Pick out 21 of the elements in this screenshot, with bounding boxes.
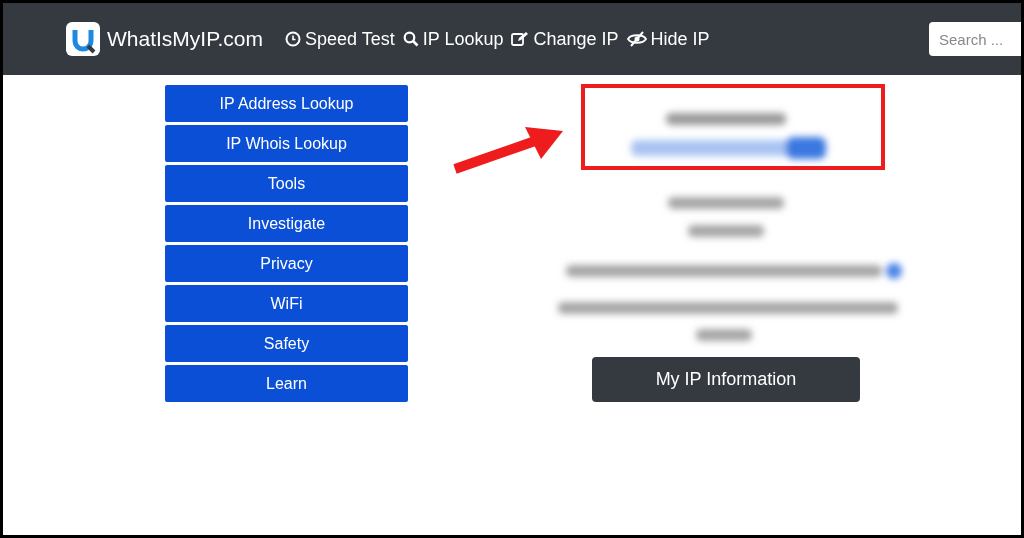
site-title[interactable]: WhatIsMyIP.com xyxy=(107,27,263,51)
menu-button[interactable]: Safety xyxy=(165,325,408,362)
clock-icon xyxy=(285,31,301,47)
nav-link[interactable]: IP Lookup xyxy=(402,28,504,50)
menu-button[interactable]: IP Address Lookup xyxy=(165,85,408,122)
menu-button[interactable]: Privacy xyxy=(165,245,408,282)
menu-button[interactable]: Tools xyxy=(165,165,408,202)
nav-link[interactable]: Hide IP xyxy=(626,28,710,50)
search-icon xyxy=(402,31,419,47)
nav-link[interactable]: Speed Test xyxy=(285,28,395,50)
hidden-eye-icon xyxy=(626,31,647,47)
menu-button[interactable]: Investigate xyxy=(165,205,408,242)
my-ip-information-button[interactable]: My IP Information xyxy=(592,357,860,402)
arrow-icon xyxy=(453,125,565,175)
menu-button[interactable]: Learn xyxy=(165,365,408,402)
logo-icon[interactable] xyxy=(66,22,100,56)
menu-button[interactable]: IP Whois Lookup xyxy=(165,125,408,162)
edit-icon xyxy=(511,31,530,47)
search-field[interactable]: Search ... xyxy=(929,22,1021,56)
nav-link[interactable]: Change IP xyxy=(511,28,619,50)
menu-button[interactable]: WiFi xyxy=(165,285,408,322)
